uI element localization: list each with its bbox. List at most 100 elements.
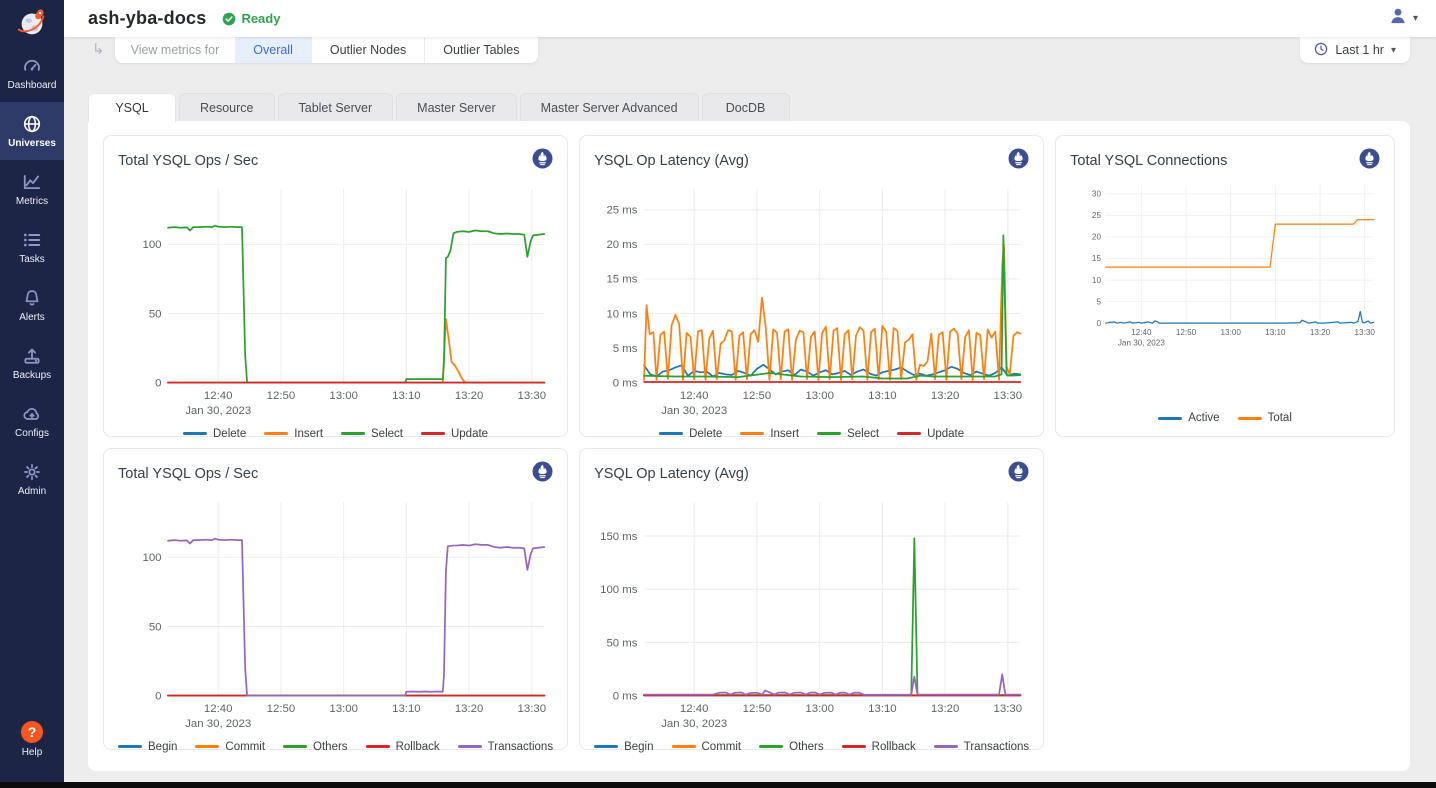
legend-item[interactable]: Rollback <box>366 741 440 753</box>
svg-text:12:50: 12:50 <box>267 390 296 402</box>
svg-text:0: 0 <box>1097 319 1102 328</box>
legend-swatch <box>1158 417 1182 420</box>
svg-text:0: 0 <box>155 377 161 389</box>
svg-text:150 ms: 150 ms <box>600 531 638 543</box>
svg-text:100: 100 <box>142 552 161 564</box>
cloud-upload-icon <box>22 404 42 424</box>
scope-option-overall[interactable]: Overall <box>235 37 311 63</box>
sidebar-item-universes[interactable]: Universes <box>0 102 64 160</box>
svg-text:100: 100 <box>142 239 161 251</box>
svg-text:12:50: 12:50 <box>267 703 296 715</box>
scope-option-outlier-nodes[interactable]: Outlier Nodes <box>311 37 424 63</box>
universe-title: ash-yba-docs <box>88 8 206 29</box>
legend-item[interactable]: Update <box>421 428 488 440</box>
sidebar-item-tasks[interactable]: Tasks <box>0 218 64 276</box>
legend-label: Select <box>847 428 879 440</box>
svg-text:13:00: 13:00 <box>805 390 834 402</box>
chart-line-icon <box>22 172 42 192</box>
svg-text:0 ms: 0 ms <box>613 690 638 702</box>
legend-item[interactable]: Transactions <box>458 741 553 753</box>
prometheus-icon[interactable] <box>532 148 553 174</box>
sidebar-item-alerts[interactable]: Alerts <box>0 276 64 334</box>
legend-swatch <box>283 745 307 748</box>
tab-docdb[interactable]: DocDB <box>702 93 790 121</box>
legend-item[interactable]: Total <box>1238 412 1292 424</box>
chart-plot[interactable]: 12:4012:5013:0013:1013:2013:300 ms5 ms10… <box>594 176 1029 424</box>
legend-swatch <box>264 432 288 435</box>
svg-text:5 ms: 5 ms <box>613 343 638 355</box>
chart-legend: Active Total <box>1070 408 1380 426</box>
sidebar-item-label: Configs <box>15 428 49 439</box>
svg-text:13:10: 13:10 <box>392 703 421 715</box>
legend-item[interactable]: Begin <box>118 741 177 753</box>
tab-resource[interactable]: Resource <box>179 93 275 121</box>
globe-icon <box>22 114 42 134</box>
legend-item[interactable]: Update <box>897 428 964 440</box>
chart-plot[interactable]: 12:4012:5013:0013:1013:2013:30050100Jan … <box>118 176 553 424</box>
tab-tablet-server[interactable]: Tablet Server <box>278 93 394 121</box>
tab-master-server-advanced[interactable]: Master Server Advanced <box>520 93 699 121</box>
chart-plot[interactable]: 12:4012:5013:0013:1013:2013:300510152025… <box>1070 176 1380 408</box>
svg-text:Jan 30, 2023: Jan 30, 2023 <box>1118 339 1165 348</box>
user-menu[interactable]: ▾ <box>1388 6 1418 31</box>
prometheus-icon[interactable] <box>532 461 553 487</box>
chart-card: Total YSQL Connections 12:4012:5013:0013… <box>1055 135 1395 437</box>
prometheus-icon[interactable] <box>1008 461 1029 487</box>
svg-text:25: 25 <box>1092 211 1102 220</box>
main-content: ↳ View metrics for Overall Outlier Nodes… <box>64 37 1436 788</box>
legend-item[interactable]: Commit <box>195 741 265 753</box>
svg-text:13:30: 13:30 <box>1355 328 1376 337</box>
yugabyte-logo-icon[interactable] <box>0 0 64 44</box>
legend-swatch <box>934 745 958 748</box>
chart-legend: Begin Commit Others Rollback Transactions <box>594 737 1029 755</box>
svg-text:20: 20 <box>1092 233 1102 242</box>
svg-text:13:20: 13:20 <box>1310 328 1331 337</box>
prometheus-icon[interactable] <box>1359 148 1380 174</box>
legend-item[interactable]: Select <box>341 428 403 440</box>
legend-item[interactable]: Delete <box>183 428 246 440</box>
legend-swatch <box>421 432 445 435</box>
legend-swatch <box>366 745 390 748</box>
sidebar-item-metrics[interactable]: Metrics <box>0 160 64 218</box>
sidebar-item-configs[interactable]: Configs <box>0 392 64 450</box>
legend-item[interactable]: Active <box>1158 412 1219 424</box>
prometheus-icon[interactable] <box>1008 148 1029 174</box>
legend-item[interactable]: Others <box>759 741 824 753</box>
sidebar-item-admin[interactable]: Admin <box>0 450 64 508</box>
chevron-down-icon: ▾ <box>1391 45 1396 56</box>
scope-option-outlier-tables[interactable]: Outlier Tables <box>424 37 537 63</box>
time-range-selector[interactable]: Last 1 hr ▾ <box>1300 37 1410 63</box>
legend-item[interactable]: Delete <box>659 428 722 440</box>
chart-plot[interactable]: 12:4012:5013:0013:1013:2013:30050100Jan … <box>118 489 553 737</box>
svg-text:Jan 30, 2023: Jan 30, 2023 <box>185 718 251 730</box>
svg-text:13:00: 13:00 <box>329 703 358 715</box>
legend-item[interactable]: Insert <box>264 428 323 440</box>
legend-label: Rollback <box>872 741 916 753</box>
legend-swatch <box>672 745 696 748</box>
sidebar-item-dashboard[interactable]: Dashboard <box>0 44 64 102</box>
sidebar-item-backups[interactable]: Backups <box>0 334 64 392</box>
legend-swatch <box>594 745 618 748</box>
legend-item[interactable]: Select <box>817 428 879 440</box>
chart-card: YSQL Op Latency (Avg) 12:4012:5013:0013:… <box>579 135 1044 437</box>
legend-item[interactable]: Transactions <box>934 741 1029 753</box>
svg-text:13:20: 13:20 <box>931 390 960 402</box>
legend-label: Rollback <box>396 741 440 753</box>
svg-text:50: 50 <box>149 308 162 320</box>
legend-item[interactable]: Others <box>283 741 348 753</box>
sidebar-item-label: Dashboard <box>8 80 57 91</box>
legend-item[interactable]: Rollback <box>842 741 916 753</box>
chart-plot[interactable]: 12:4012:5013:0013:1013:2013:300 ms50 ms1… <box>594 489 1029 737</box>
tab-master-server[interactable]: Master Server <box>396 93 517 121</box>
svg-text:13:10: 13:10 <box>1265 328 1286 337</box>
legend-label: Begin <box>148 741 177 753</box>
chart-title: Total YSQL Ops / Sec <box>118 466 258 482</box>
legend-item[interactable]: Commit <box>672 741 742 753</box>
legend-item[interactable]: Insert <box>740 428 799 440</box>
svg-text:13:10: 13:10 <box>868 390 897 402</box>
svg-text:13:20: 13:20 <box>455 390 484 402</box>
legend-item[interactable]: Begin <box>594 741 653 753</box>
metrics-scope-switcher: View metrics for Overall Outlier Nodes O… <box>115 37 538 63</box>
sidebar-item-help[interactable]: ? Help <box>0 710 64 768</box>
tab-ysql[interactable]: YSQL <box>88 93 176 122</box>
